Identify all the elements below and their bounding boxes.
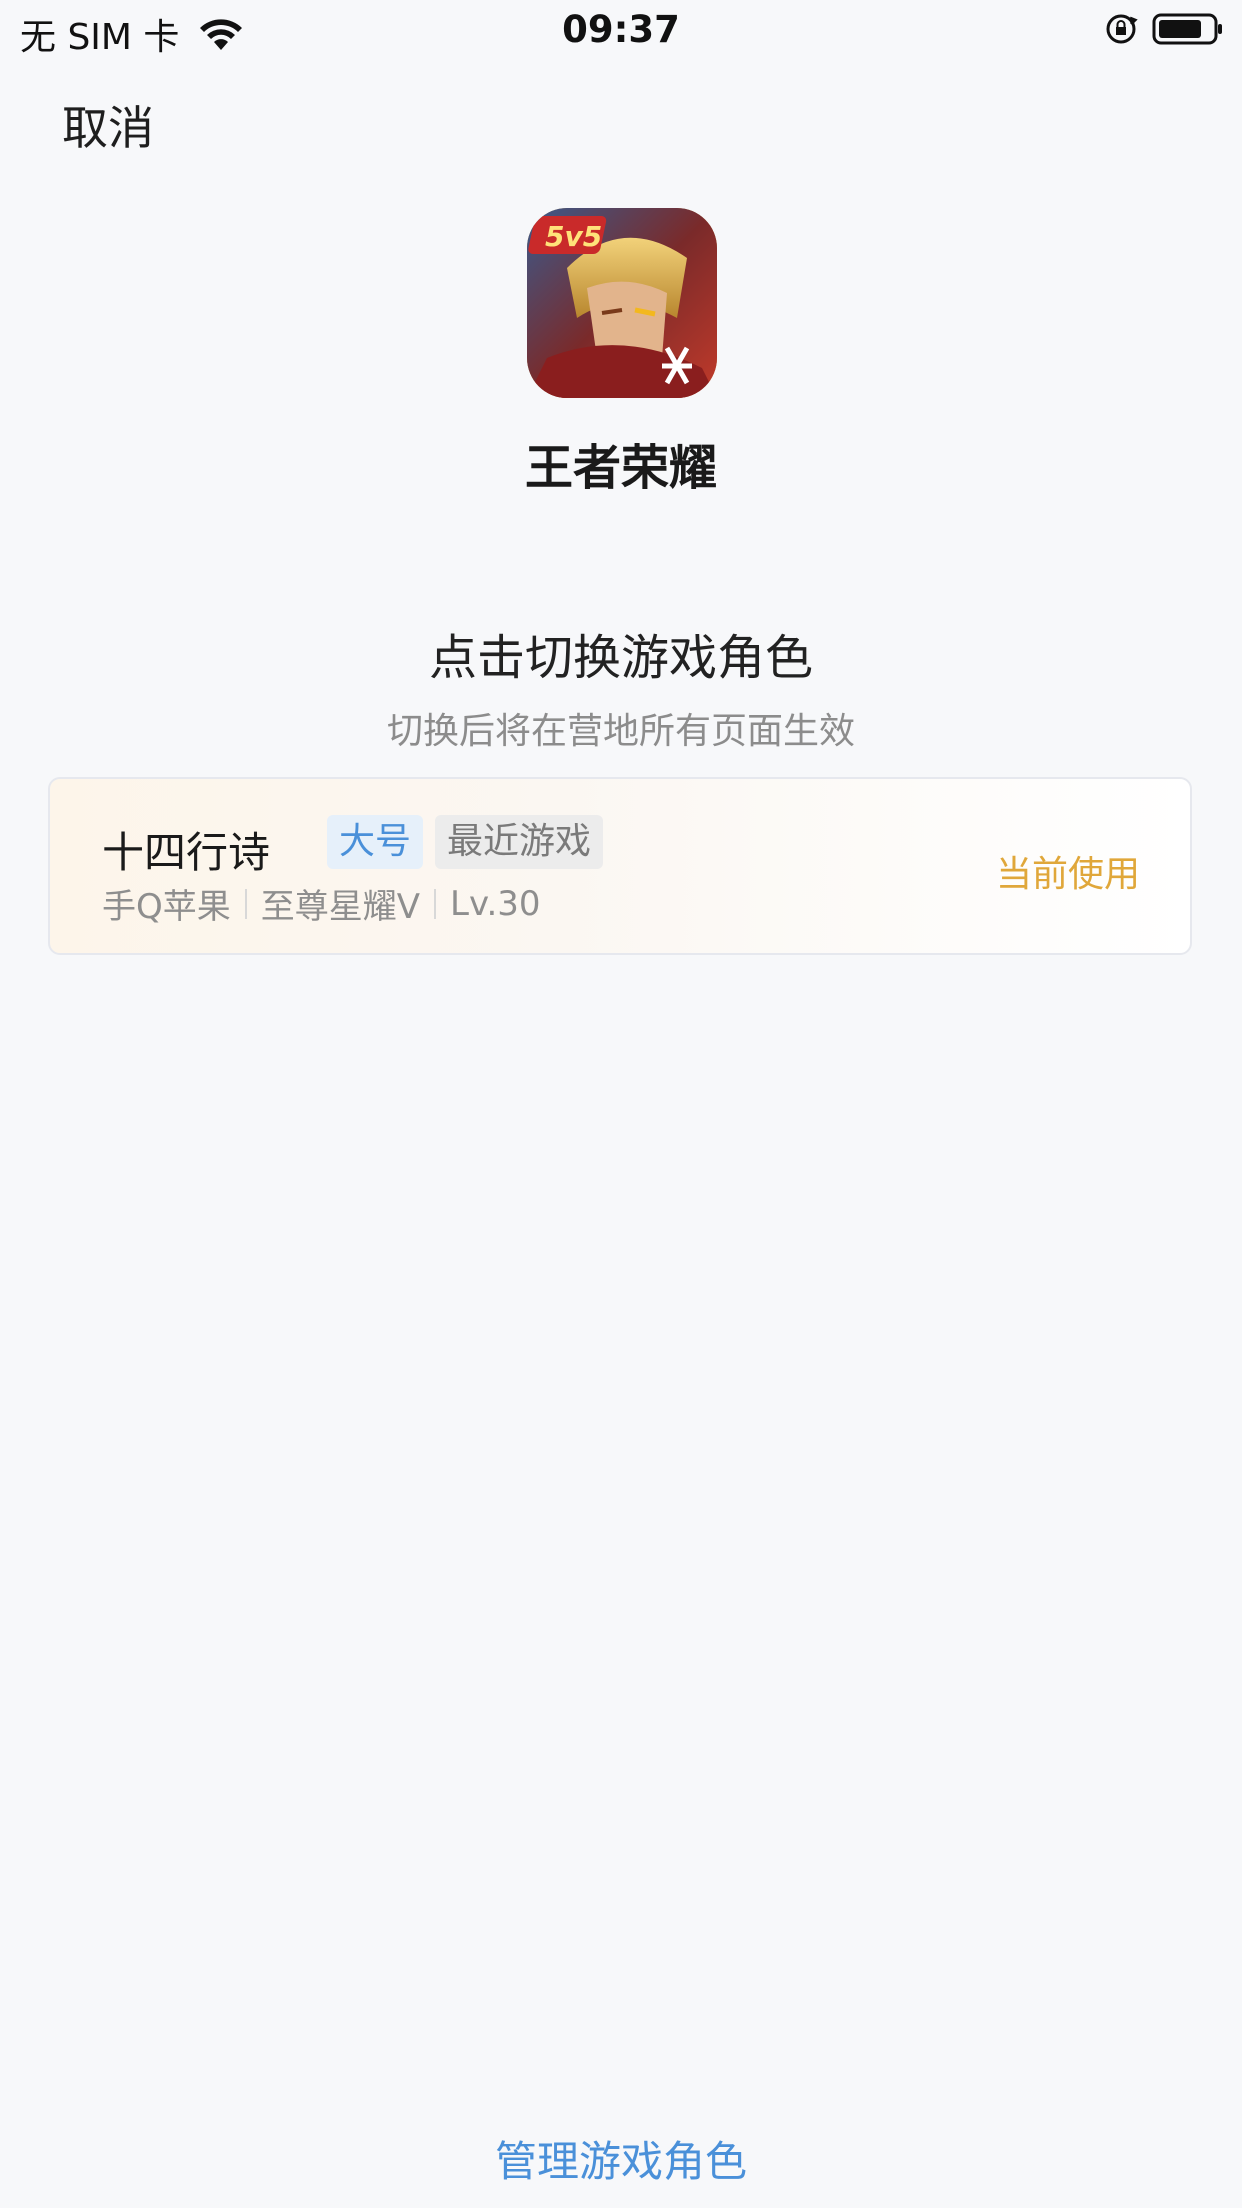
status-bar: 无 SIM 卡 09:37 bbox=[0, 0, 1242, 62]
status-time: 09:37 bbox=[562, 8, 680, 51]
role-platform: 手Q苹果 bbox=[102, 887, 231, 927]
divider bbox=[434, 888, 437, 919]
role-level: Lv.30 bbox=[450, 883, 541, 924]
app-name: 王者荣耀 bbox=[524, 440, 717, 496]
app-icon: 5v5 bbox=[527, 208, 717, 398]
section-title: 点击切换游戏角色 bbox=[428, 630, 813, 686]
role-meta: 手Q苹果 至尊星耀V Lv.30 bbox=[102, 879, 541, 928]
rotation-lock-icon bbox=[1106, 14, 1138, 44]
cancel-button[interactable]: 取消 bbox=[62, 92, 154, 158]
tag-recent-game: 最近游戏 bbox=[435, 815, 604, 869]
current-use-label: 当前使用 bbox=[995, 854, 1140, 895]
role-rank: 至尊星耀V bbox=[260, 887, 421, 927]
tag-main-account: 大号 bbox=[327, 815, 424, 869]
role-card[interactable]: 十四行诗 大号 最近游戏 手Q苹果 至尊星耀V Lv.30 当前使用 bbox=[48, 777, 1192, 955]
status-right bbox=[1104, 12, 1224, 46]
game-logo-icon: 5v5 bbox=[527, 208, 717, 398]
battery-icon bbox=[1152, 13, 1222, 45]
manage-roles-button[interactable]: 管理游戏角色 bbox=[0, 2128, 1242, 2189]
section-subtitle: 切换后将在营地所有页面生效 bbox=[386, 711, 855, 752]
app-icon-badge: 5v5 bbox=[545, 220, 602, 253]
divider bbox=[244, 888, 247, 919]
role-name: 十四行诗 bbox=[102, 828, 271, 877]
